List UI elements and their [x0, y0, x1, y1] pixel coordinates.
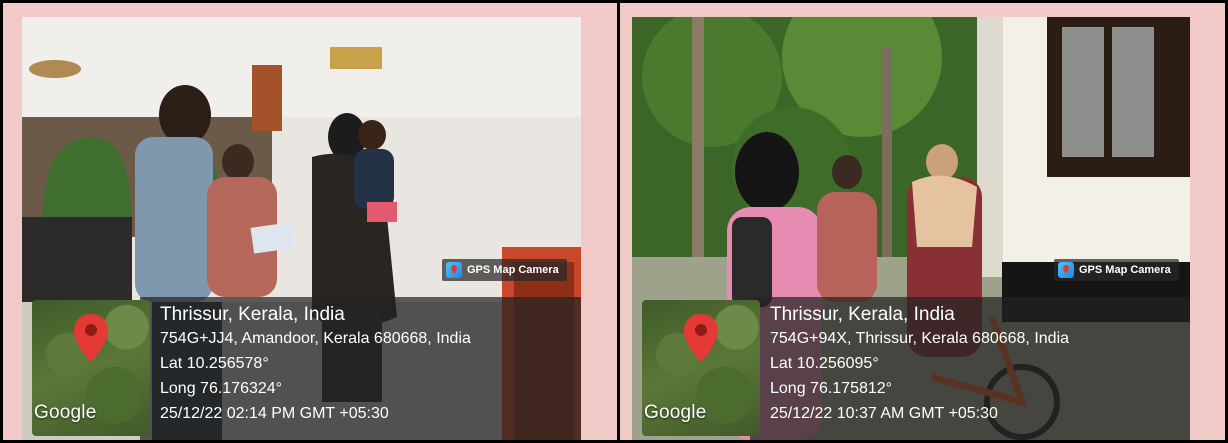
- address: 754G+JJ4, Amandoor, Kerala 680668, India: [160, 330, 471, 347]
- latitude: Lat 10.256095°: [770, 355, 879, 372]
- geotagged-photo-1: GPS Map Camera Google Thrissur, Kerala, …: [22, 17, 581, 440]
- latitude: Lat 10.256578°: [160, 355, 269, 372]
- geotagged-photo-2: GPS Map Camera Google Thrissur, Kerala, …: [632, 17, 1190, 440]
- location-name: Thrissur, Kerala, India: [160, 304, 345, 325]
- geotag-text-2: Thrissur, Kerala, India 754G+94X, Thriss…: [770, 304, 1069, 426]
- google-logo: Google: [34, 402, 97, 423]
- badge-label: GPS Map Camera: [467, 264, 559, 276]
- google-logo: Google: [644, 402, 707, 423]
- location-name: Thrissur, Kerala, India: [770, 304, 955, 325]
- gps-map-camera-icon: [1058, 262, 1074, 278]
- photo-cell-2: GPS Map Camera Google Thrissur, Kerala, …: [620, 3, 1225, 440]
- photo-grid: GPS Map Camera Google Thrissur, Kerala, …: [0, 0, 1228, 443]
- geotag-overlay-2: Google Thrissur, Kerala, India 754G+94X,…: [632, 297, 1190, 440]
- gps-map-camera-badge: GPS Map Camera: [442, 259, 567, 281]
- longitude: Long 76.175812°: [770, 380, 893, 397]
- satellite-map-thumbnail-2: Google: [642, 300, 760, 436]
- gps-map-camera-icon: [446, 262, 462, 278]
- photo-cell-1: GPS Map Camera Google Thrissur, Kerala, …: [3, 3, 617, 440]
- satellite-map-thumbnail-1: Google: [32, 300, 150, 436]
- longitude: Long 76.176324°: [160, 380, 283, 397]
- geotag-overlay-1: Google Thrissur, Kerala, India 754G+JJ4,…: [22, 297, 581, 440]
- badge-label: GPS Map Camera: [1079, 264, 1171, 276]
- datetime: 25/12/22 02:14 PM GMT +05:30: [160, 405, 389, 422]
- map-pin-icon: [684, 314, 718, 362]
- map-pin-icon: [74, 314, 108, 362]
- address: 754G+94X, Thrissur, Kerala 680668, India: [770, 330, 1070, 347]
- geotag-text-1: Thrissur, Kerala, India 754G+JJ4, Amando…: [160, 304, 471, 426]
- datetime: 25/12/22 10:37 AM GMT +05:30: [770, 405, 998, 422]
- gps-map-camera-badge: GPS Map Camera: [1054, 259, 1179, 281]
